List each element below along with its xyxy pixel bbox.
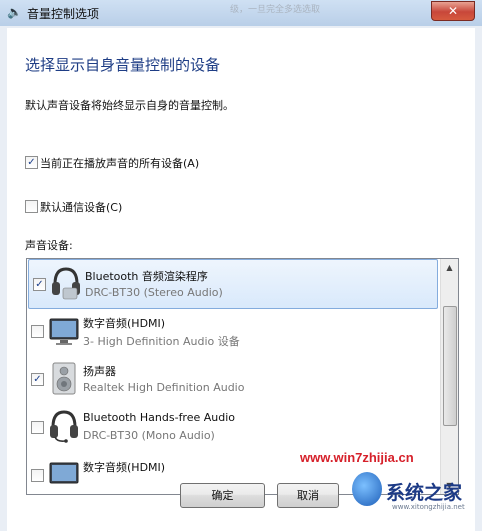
device-description: Realtek High Definition Audio — [83, 381, 245, 394]
device-row-bluetooth-handsfree[interactable]: Bluetooth Hands-free Audio DRC-BT30 (Mon… — [27, 403, 439, 451]
device-name: Bluetooth 音频渲染程序 — [85, 270, 208, 283]
device-row-hdmi[interactable]: 数字音频(HDMI) 3- High Definition Audio 设备 — [27, 307, 439, 355]
logo-url: www.xitongzhijia.net — [392, 503, 465, 511]
background-window-text: 级，一旦完全多选选取 — [230, 5, 321, 15]
sound-devices-label: 声音设备: — [25, 239, 73, 252]
watermark-url: www.win7zhijia.cn — [300, 450, 414, 465]
all-playing-devices-label[interactable]: 当前正在播放声音的所有设备(A) — [40, 155, 199, 171]
scroll-thumb[interactable] — [443, 306, 457, 426]
title-bar[interactable]: 🔈 音量控制选项 级，一旦完全多选选取 ✕ — [0, 0, 482, 26]
speaker-app-icon: 🔈 — [7, 5, 22, 19]
device-description: 3- High Definition Audio 设备 — [83, 335, 240, 348]
device-checkbox[interactable] — [31, 325, 44, 338]
cancel-button[interactable]: 取消 — [277, 483, 339, 508]
monitor-icon — [49, 462, 79, 484]
headset-mic-icon — [50, 410, 78, 443]
device-checkbox[interactable]: ✓ — [33, 278, 46, 291]
device-name: Bluetooth Hands-free Audio — [83, 411, 236, 424]
watermark-logo: 系统之家 www.xitongzhijia.net — [352, 470, 482, 512]
device-name: 扬声器 — [83, 365, 116, 378]
volume-options-dialog: 🔈 音量控制选项 级，一旦完全多选选取 ✕ 选择显示自身音量控制的设备 默认声音… — [0, 0, 482, 531]
headset-icon — [52, 267, 80, 300]
close-button[interactable]: ✕ — [431, 1, 475, 21]
device-description: DRC-BT30 (Mono Audio) — [83, 429, 215, 442]
device-description: DRC-BT30 (Stereo Audio) — [85, 286, 223, 299]
device-row-bluetooth-stereo[interactable]: ✓ Bluetooth 音频渲染程序 DRC-BT30 (Stereo Audi… — [28, 259, 438, 309]
list-scrollbar[interactable]: ▲ ▼ — [440, 259, 458, 494]
default-comm-device-label[interactable]: 默认通信设备(C) — [40, 199, 122, 215]
device-name: 数字音频(HDMI) — [83, 317, 166, 330]
ok-button[interactable]: 确定 — [180, 483, 265, 508]
device-row-speakers[interactable]: ✓ 扬声器 Realtek High Definition Audio — [27, 355, 439, 403]
page-title: 选择显示自身音量控制的设备 — [25, 56, 221, 74]
device-checkbox[interactable] — [31, 469, 44, 482]
device-checkbox[interactable] — [31, 421, 44, 434]
logo-mark-icon — [352, 472, 382, 506]
device-name: 数字音频(HDMI) — [83, 461, 166, 474]
window-title: 音量控制选项 — [27, 7, 100, 21]
logo-text: 系统之家 — [386, 482, 463, 504]
all-playing-devices-checkbox[interactable]: ✓ — [25, 156, 38, 169]
default-comm-device-checkbox[interactable] — [25, 200, 38, 213]
device-checkbox[interactable]: ✓ — [31, 373, 44, 386]
description-text: 默认声音设备将始终显示自身的音量控制。 — [25, 99, 234, 112]
scroll-up-icon[interactable]: ▲ — [441, 259, 458, 276]
monitor-icon — [49, 318, 79, 345]
speaker-icon — [52, 362, 76, 395]
